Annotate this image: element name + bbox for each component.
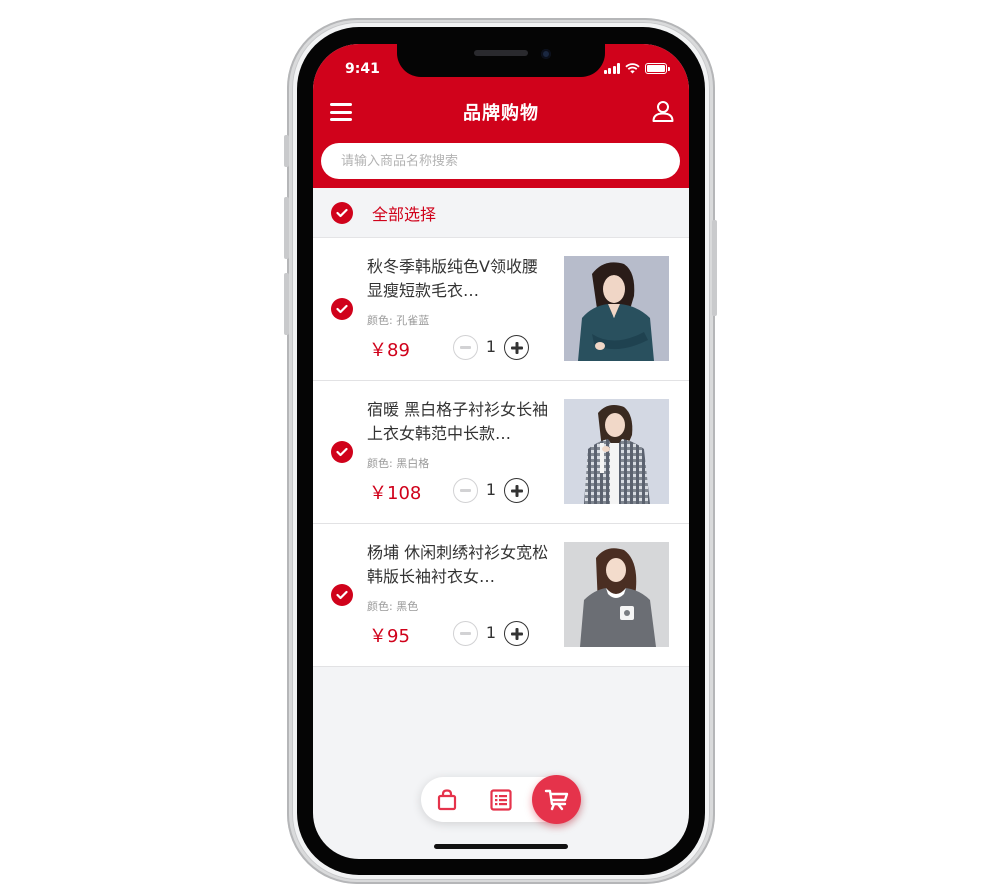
cart-item: 宿暖 黑白格子衬衫女长袖上衣女韩范中长款… 颜色: 黑白格 ￥108 1 <box>313 381 689 524</box>
quantity-value: 1 <box>485 337 497 356</box>
status-time: 9:41 <box>345 61 380 77</box>
item-color: 颜色: 孔雀蓝 <box>367 314 430 327</box>
quantity-decrease-button[interactable] <box>453 478 478 503</box>
product-photo-sweater <box>564 256 669 361</box>
phone-notch <box>397 40 605 77</box>
minus-icon <box>460 346 471 349</box>
quantity-increase-button[interactable] <box>504 478 529 503</box>
plus-icon <box>510 627 523 640</box>
plus-icon <box>510 484 523 497</box>
item-checkbox[interactable] <box>331 298 353 320</box>
product-photo-embroidered-shirt <box>564 542 669 647</box>
nav-orders-button[interactable] <box>477 777 525 822</box>
select-all-label: 全部选择 <box>372 204 437 224</box>
status-icons <box>603 63 670 74</box>
item-title[interactable]: 秋冬季韩版纯色V领收腰显瘦短款毛衣… <box>367 255 551 303</box>
item-color: 颜色: 黑白格 <box>367 457 430 470</box>
item-title[interactable]: 宿暖 黑白格子衬衫女长袖上衣女韩范中长款… <box>367 398 551 446</box>
cellular-signal-icon <box>603 63 620 74</box>
plus-icon <box>510 341 523 354</box>
wifi-icon <box>625 63 640 74</box>
power-button <box>712 220 717 316</box>
app-screen: 9:41 品牌购物 全部选择 <box>313 44 689 859</box>
home-indicator <box>434 844 568 849</box>
quantity-decrease-button[interactable] <box>453 335 478 360</box>
mute-switch <box>284 135 289 167</box>
cart-icon <box>544 789 568 810</box>
quantity-decrease-button[interactable] <box>453 621 478 646</box>
checkmark-icon <box>336 590 348 600</box>
minus-icon <box>460 632 471 635</box>
nav-cart-button[interactable] <box>532 775 581 824</box>
checkmark-icon <box>336 208 348 217</box>
quantity-increase-button[interactable] <box>504 621 529 646</box>
checkmark-icon <box>336 304 348 314</box>
product-image[interactable] <box>564 542 669 647</box>
item-price: ￥95 <box>369 626 410 647</box>
nav-shop-button[interactable] <box>423 777 471 822</box>
item-price: ￥108 <box>369 483 422 504</box>
quantity-value: 1 <box>485 480 497 499</box>
volume-up-button <box>284 197 289 259</box>
checkmark-icon <box>336 447 348 457</box>
quantity-value: 1 <box>485 623 497 642</box>
user-profile-button[interactable] <box>651 99 675 123</box>
quantity-increase-button[interactable] <box>504 335 529 360</box>
cart-item-list: 秋冬季韩版纯色V领收腰显瘦短款毛衣… 颜色: 孔雀蓝 ￥89 1 宿暖 黑白格子… <box>313 238 689 667</box>
cart-item: 秋冬季韩版纯色V领收腰显瘦短款毛衣… 颜色: 孔雀蓝 ￥89 1 <box>313 238 689 381</box>
item-color: 颜色: 黑色 <box>367 600 419 613</box>
item-checkbox[interactable] <box>331 441 353 463</box>
item-price: ￥89 <box>369 340 410 361</box>
item-checkbox[interactable] <box>331 584 353 606</box>
select-all-row[interactable]: 全部选择 <box>313 188 689 238</box>
order-list-icon <box>490 788 512 811</box>
product-image[interactable] <box>564 399 669 504</box>
select-all-checkbox[interactable] <box>331 201 353 224</box>
shopping-bag-icon <box>437 788 457 810</box>
page-title: 品牌购物 <box>463 103 539 124</box>
search-input[interactable] <box>321 143 680 179</box>
user-icon <box>652 101 674 122</box>
volume-down-button <box>284 273 289 335</box>
product-photo-plaid-shirt <box>564 399 669 504</box>
item-title[interactable]: 杨埔 休闲刺绣衬衫女宽松韩版长袖衬衣女… <box>367 541 551 589</box>
minus-icon <box>460 489 471 492</box>
product-image[interactable] <box>564 256 669 361</box>
front-camera <box>541 49 551 59</box>
battery-icon <box>645 63 670 74</box>
earpiece-speaker <box>474 50 528 56</box>
cart-item: 杨埔 休闲刺绣衬衫女宽松韩版长袖衬衣女… 颜色: 黑色 ￥95 1 <box>313 524 689 667</box>
